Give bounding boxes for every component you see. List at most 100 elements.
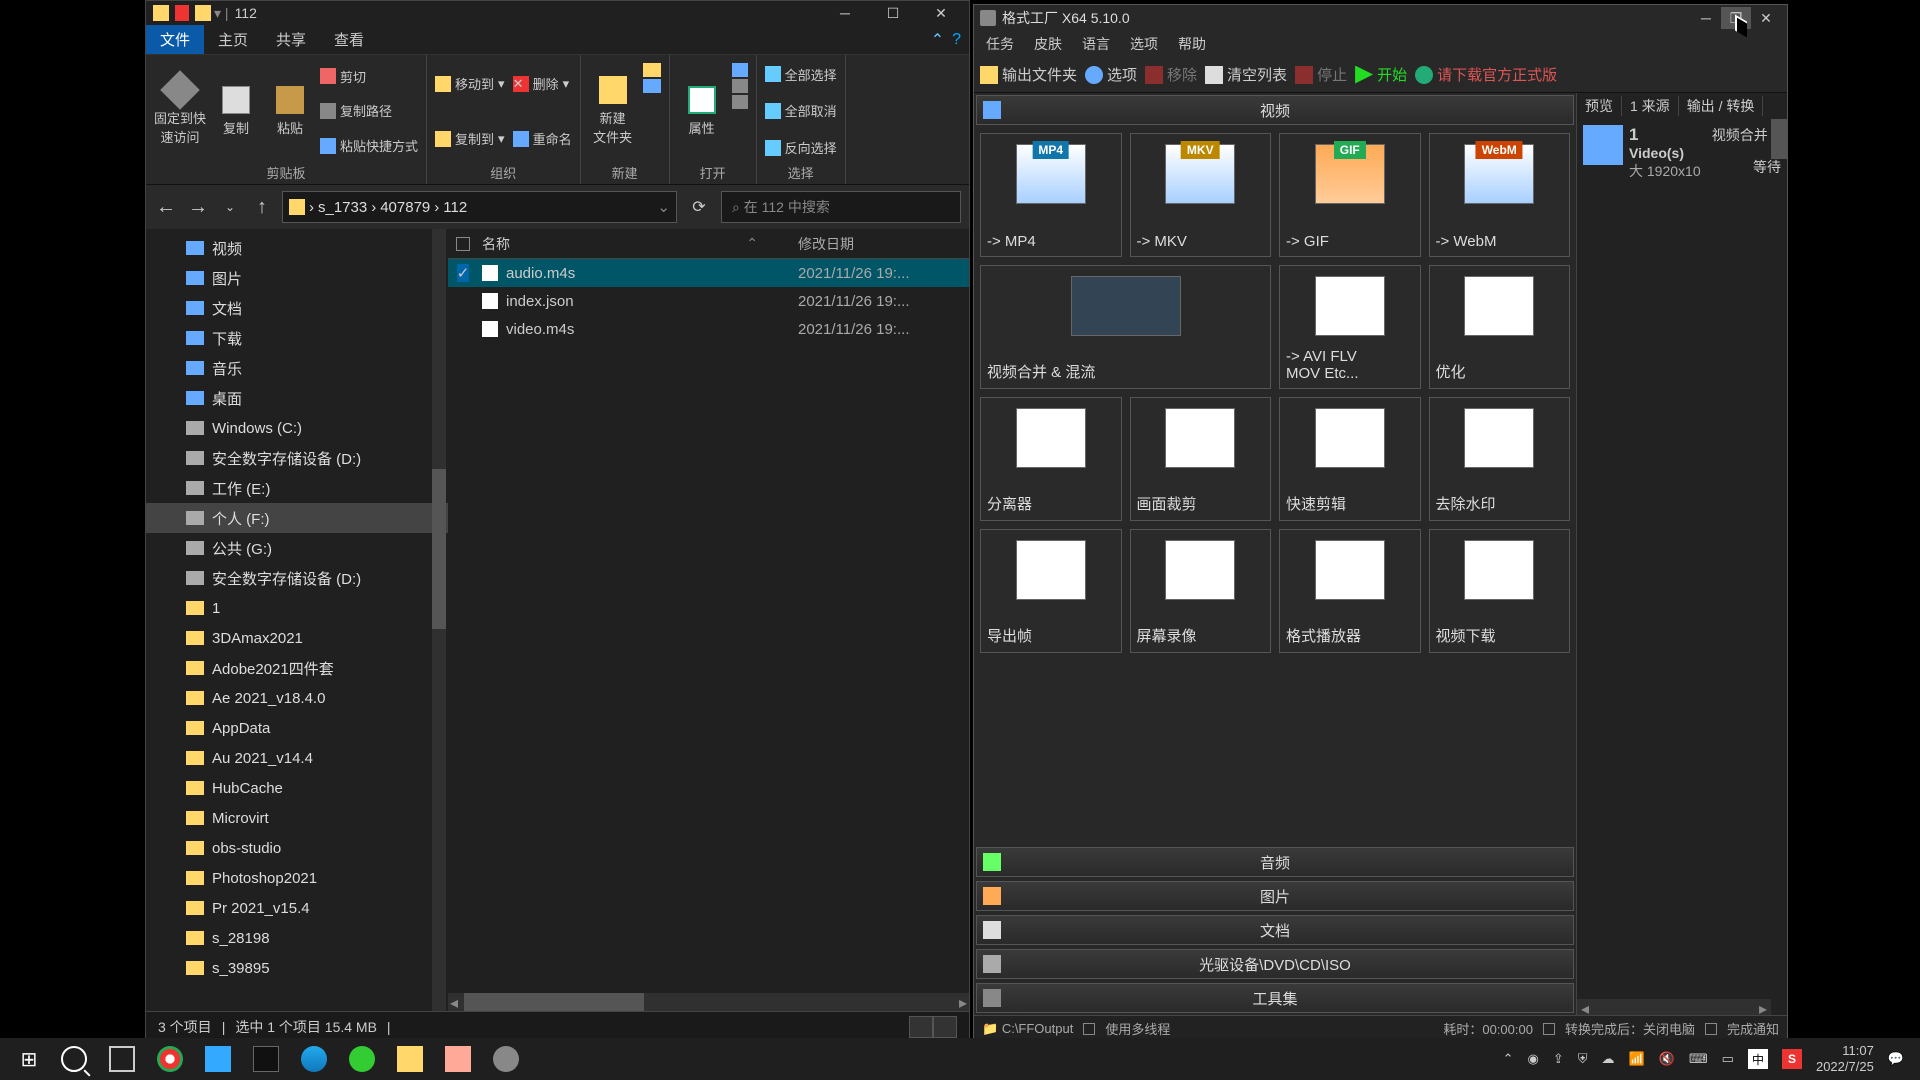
- search-input[interactable]: ⌕ 在 112 中搜索: [721, 191, 961, 223]
- pin-button[interactable]: 固定到快 速访问: [154, 59, 206, 163]
- taskbar-edge[interactable]: [290, 1038, 338, 1080]
- cat-tools[interactable]: 工具集: [976, 983, 1574, 1013]
- format-item-trim[interactable]: 快速剪辑: [1279, 397, 1421, 521]
- tray-usb-icon[interactable]: ⇪: [1553, 1051, 1564, 1067]
- back-button[interactable]: ←: [154, 196, 178, 219]
- clock[interactable]: 11:07 2022/7/25: [1816, 1043, 1874, 1074]
- tree-item[interactable]: Microvirt: [146, 803, 448, 833]
- col-name[interactable]: 名称⌃: [478, 234, 798, 254]
- tray-battery-icon[interactable]: ▭: [1722, 1051, 1734, 1067]
- selectall-button[interactable]: 全部选择: [765, 63, 837, 86]
- tray-meet-icon[interactable]: ◉: [1528, 1051, 1539, 1067]
- col-date[interactable]: 修改日期: [798, 234, 948, 254]
- copy-button[interactable]: 复制: [212, 59, 260, 163]
- tree-item[interactable]: 文档: [146, 293, 448, 323]
- taskbar-snip[interactable]: [434, 1038, 482, 1080]
- tree-item[interactable]: Photoshop2021: [146, 863, 448, 893]
- rename-button[interactable]: 重命名: [513, 127, 572, 150]
- format-item-webm[interactable]: -> WebM: [1429, 133, 1571, 257]
- open-icon[interactable]: [732, 63, 748, 77]
- paste-shortcut-button[interactable]: 粘贴快捷方式: [320, 134, 418, 157]
- taskview-button[interactable]: [98, 1038, 146, 1080]
- file-row[interactable]: video.m4s 2021/11/26 19:...: [448, 315, 969, 343]
- tray-keyboard-icon[interactable]: ⌨: [1689, 1051, 1708, 1067]
- tree-item[interactable]: s_28198: [146, 923, 448, 953]
- tree-scrollbar[interactable]: [432, 229, 446, 1011]
- tree-item[interactable]: Windows (C:): [146, 413, 448, 443]
- collapse-ribbon[interactable]: ⌃: [931, 30, 944, 50]
- taskbar-app1[interactable]: [194, 1038, 242, 1080]
- tree-item[interactable]: Ae 2021_v18.4.0: [146, 683, 448, 713]
- menu-task[interactable]: 任务: [978, 34, 1022, 54]
- options-button[interactable]: 选项: [1085, 64, 1137, 85]
- ime-indicator[interactable]: 中: [1748, 1049, 1768, 1069]
- copyto-button[interactable]: 复制到▾: [435, 127, 505, 150]
- tab-home[interactable]: 主页: [204, 25, 262, 54]
- cat-video[interactable]: 视频: [976, 95, 1574, 125]
- menu-lang[interactable]: 语言: [1074, 34, 1118, 54]
- nav-tree[interactable]: 视频图片文档下载音乐桌面Windows (C:)安全数字存储设备 (D:)工作 …: [146, 229, 448, 1011]
- tree-item[interactable]: 1: [146, 593, 448, 623]
- list-hscroll[interactable]: ◂ ▸: [448, 993, 969, 1011]
- forward-button[interactable]: →: [186, 196, 210, 219]
- explorer-titlebar[interactable]: ▾ | 112 ─ ☐ ✕: [146, 1, 969, 25]
- selectall-checkbox[interactable]: [456, 237, 470, 251]
- up-button[interactable]: ↑: [250, 196, 274, 219]
- format-item-mp4[interactable]: -> MP4: [980, 133, 1122, 257]
- minimize-button[interactable]: ─: [821, 1, 869, 25]
- recent-button[interactable]: ⌄: [218, 200, 242, 214]
- easyaccess-icon[interactable]: [643, 79, 661, 93]
- format-item-mkv[interactable]: -> MKV: [1130, 133, 1272, 257]
- paste-button[interactable]: 粘贴: [266, 59, 314, 163]
- format-item-merge[interactable]: 视频合并 & 混流: [980, 265, 1271, 389]
- ff-close-button[interactable]: ✕: [1751, 7, 1781, 29]
- tab-share[interactable]: 共享: [262, 25, 320, 54]
- taskbar-explorer[interactable]: [386, 1038, 434, 1080]
- file-row[interactable]: ✓ audio.m4s 2021/11/26 19:...: [448, 259, 969, 287]
- menu-help[interactable]: 帮助: [1170, 34, 1214, 54]
- tree-item[interactable]: HubCache: [146, 773, 448, 803]
- invertsel-button[interactable]: 反向选择: [765, 136, 837, 159]
- tree-item[interactable]: 桌面: [146, 383, 448, 413]
- maximize-button[interactable]: ☐: [869, 1, 917, 25]
- start-button[interactable]: 开始: [1355, 64, 1407, 85]
- history-icon[interactable]: [732, 95, 748, 109]
- cat-pic[interactable]: 图片: [976, 881, 1574, 911]
- tree-item[interactable]: 个人 (F:): [146, 503, 448, 533]
- format-item-etc[interactable]: -> AVI FLV MOV Etc...: [1279, 265, 1421, 389]
- taskbar-chrome[interactable]: [146, 1038, 194, 1080]
- format-item-vdl[interactable]: 视频下载: [1429, 529, 1571, 653]
- tree-item[interactable]: 安全数字存储设备 (D:): [146, 563, 448, 593]
- format-item-wm[interactable]: 去除水印: [1429, 397, 1571, 521]
- cat-disc[interactable]: 光驱设备\DVD\CD\ISO: [976, 949, 1574, 979]
- refresh-button[interactable]: ⟳: [685, 197, 713, 217]
- taskbar-ff[interactable]: [482, 1038, 530, 1080]
- format-item-frame[interactable]: 导出帧: [980, 529, 1122, 653]
- cat-audio[interactable]: 音频: [976, 847, 1574, 877]
- tree-item[interactable]: Au 2021_v14.4: [146, 743, 448, 773]
- tree-item[interactable]: 公共 (G:): [146, 533, 448, 563]
- tray-defender-icon[interactable]: ⛨: [1578, 1051, 1588, 1067]
- tree-item[interactable]: 图片: [146, 263, 448, 293]
- tray-chevron[interactable]: ⌃: [1503, 1051, 1514, 1067]
- task-hscroll[interactable]: ◂▸: [1577, 999, 1771, 1015]
- taskbar-cmd[interactable]: [242, 1038, 290, 1080]
- menu-opts[interactable]: 选项: [1122, 34, 1166, 54]
- edit-icon[interactable]: [732, 79, 748, 93]
- tree-item[interactable]: Pr 2021_v15.4: [146, 893, 448, 923]
- multithread-check[interactable]: [1083, 1023, 1095, 1035]
- selectnone-button[interactable]: 全部取消: [765, 99, 837, 122]
- tree-item[interactable]: 工作 (E:): [146, 473, 448, 503]
- details-view[interactable]: [909, 1016, 933, 1038]
- cut-button[interactable]: 剪切: [320, 65, 418, 88]
- newfolder-button[interactable]: 新建 文件夹: [589, 59, 637, 163]
- copypath-button[interactable]: 复制路径: [320, 99, 418, 122]
- tree-item[interactable]: 3DAmax2021: [146, 623, 448, 653]
- output-folder-button[interactable]: 输出文件夹: [980, 64, 1077, 85]
- taskbar-download[interactable]: [338, 1038, 386, 1080]
- tree-item[interactable]: obs-studio: [146, 833, 448, 863]
- tree-item[interactable]: 安全数字存储设备 (D:): [146, 443, 448, 473]
- cat-doc[interactable]: 文档: [976, 915, 1574, 945]
- tray-wifi-icon[interactable]: 📶: [1629, 1051, 1645, 1067]
- tab-view[interactable]: 查看: [320, 25, 378, 54]
